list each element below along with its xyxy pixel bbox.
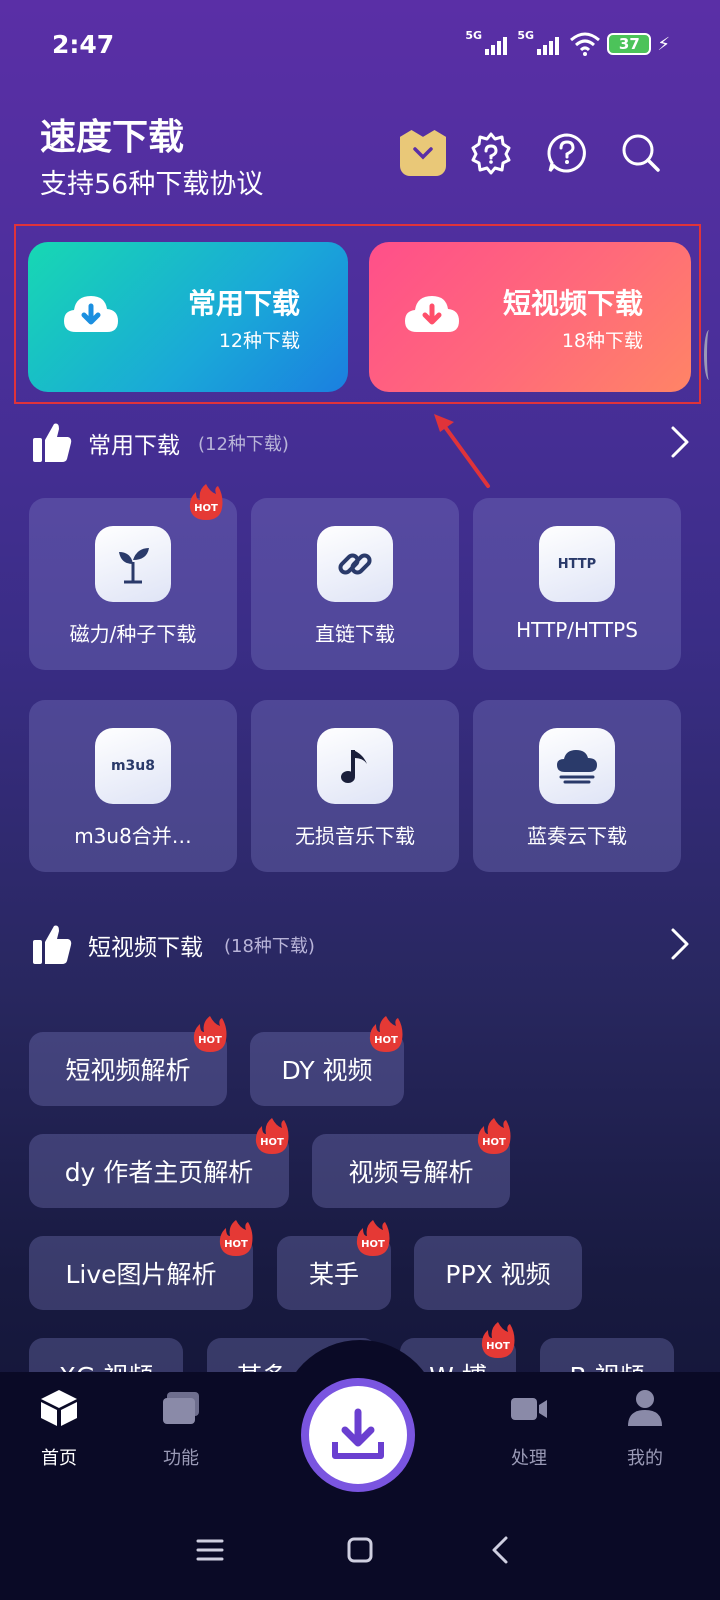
vip-crown-icon[interactable] [400, 130, 446, 176]
section-title: 短视频下载 [88, 935, 203, 961]
card-title: 常用下载 [187, 287, 300, 320]
cloud-download-icon [405, 296, 459, 332]
tile-lanzou-cloud[interactable]: 蓝奏云下载 [473, 700, 681, 872]
back-arrow-icon[interactable] [482, 1530, 522, 1570]
tile-magnet-torrent[interactable]: 磁力/种子下载 [29, 498, 237, 670]
search-icon[interactable] [618, 130, 664, 176]
hot-badge: HOT [192, 1014, 228, 1054]
tile-label: 蓝奏云下载 [527, 824, 627, 848]
charging-icon: ⚡ [657, 33, 670, 55]
hot-badge: HOT [355, 1218, 391, 1258]
hot-badge: HOT [254, 1116, 290, 1156]
tile-direct-link[interactable]: 直链下载 [251, 498, 459, 670]
thumbs-up-icon [33, 423, 72, 462]
nav-label: 首页 [41, 1448, 77, 1469]
chevron-right-icon[interactable] [668, 422, 692, 462]
nav-label: 我的 [627, 1448, 663, 1469]
http-icon: HTTP [539, 526, 615, 602]
status-icons: 5G 5G 37 ⚡ [465, 29, 670, 56]
thumbs-up-icon [33, 925, 72, 964]
link-icon [317, 526, 393, 602]
download-icon [332, 1408, 384, 1459]
section-header-short-video[interactable]: 短视频下载 (18种下载) [32, 922, 692, 966]
help-question-icon[interactable] [544, 130, 590, 176]
status-time: 2:47 [52, 30, 115, 59]
nav-label: 处理 [511, 1448, 547, 1469]
svg-text:HOT: HOT [482, 1137, 506, 1148]
svg-text:HOT: HOT [198, 1035, 222, 1046]
svg-text:HOT: HOT [374, 1035, 398, 1046]
card-count: 18种下载 [561, 330, 643, 352]
app-subtitle: 支持56种下载协议 [40, 169, 264, 200]
home-cube-icon [41, 1390, 77, 1426]
common-download-card[interactable]: 常用下载 12种下载 [28, 242, 348, 392]
download-fab-button[interactable] [301, 1378, 415, 1492]
m3u8-icon: m3u8 [95, 728, 171, 804]
hot-badge: HOT [480, 1320, 516, 1360]
status-bar: 2:47 5G 5G 37 ⚡ [0, 0, 720, 90]
tile-http-https[interactable]: HTTP HTTP/HTTPS [473, 498, 681, 670]
cards-icon [163, 1392, 199, 1424]
cell-signal-icon: 5G [465, 29, 508, 55]
nav-features[interactable]: 功能 [136, 1388, 226, 1470]
nav-home[interactable]: 首页 [14, 1388, 104, 1470]
music-note-icon [317, 728, 393, 804]
svg-text:HOT: HOT [194, 503, 218, 514]
section-count: (18种下载) [224, 936, 315, 957]
hot-badge: HOT [476, 1116, 512, 1156]
svg-text:HOT: HOT [486, 1341, 510, 1352]
person-icon [628, 1390, 662, 1426]
edge-drawer-handle[interactable] [704, 330, 714, 380]
settings-gear-icon[interactable] [468, 130, 514, 176]
nav-process[interactable]: 处理 [484, 1388, 574, 1470]
battery-indicator: 37 [607, 33, 652, 55]
tile-label: 无损音乐下载 [295, 824, 415, 848]
tile-label: 磁力/种子下载 [69, 622, 197, 646]
tile-m3u8-merge[interactable]: m3u8 m3u8合并… [29, 700, 237, 872]
app-title: 速度下载 [40, 117, 185, 158]
wifi-icon [570, 32, 601, 56]
hot-badge: HOT [188, 482, 224, 522]
tile-label: HTTP/HTTPS [516, 618, 638, 642]
sprout-icon [95, 526, 171, 602]
section-count: (12种下载) [198, 434, 289, 455]
chevron-right-icon[interactable] [668, 924, 692, 964]
nav-label: 功能 [163, 1448, 199, 1469]
home-square-icon[interactable] [340, 1530, 380, 1570]
svg-text:HOT: HOT [260, 1137, 284, 1148]
section-header-common[interactable]: 常用下载 (12种下载) [32, 420, 692, 464]
menu-lines-icon[interactable] [190, 1530, 230, 1570]
hot-badge: HOT [368, 1014, 404, 1054]
tile-label: m3u8合并… [74, 824, 192, 848]
svg-text:HOT: HOT [361, 1239, 385, 1250]
cloud-download-icon [64, 296, 118, 332]
cell-signal-2-icon: 5G [517, 29, 560, 55]
section-title: 常用下载 [88, 433, 180, 459]
nav-profile[interactable]: 我的 [600, 1388, 690, 1470]
chip-ppx-video[interactable]: PPX 视频 [414, 1236, 582, 1310]
card-title: 短视频下载 [502, 287, 643, 320]
video-camera-icon [511, 1398, 547, 1420]
tile-lossless-music[interactable]: 无损音乐下载 [251, 700, 459, 872]
hot-badge: HOT [218, 1218, 254, 1258]
svg-text:HOT: HOT [224, 1239, 248, 1250]
short-video-download-card[interactable]: 短视频下载 18种下载 [369, 242, 691, 392]
card-count: 12种下载 [218, 330, 300, 352]
cloud-icon [539, 728, 615, 804]
chip-dy-author-page[interactable]: dy 作者主页解析 [29, 1134, 289, 1208]
tile-label: 直链下载 [315, 622, 395, 646]
